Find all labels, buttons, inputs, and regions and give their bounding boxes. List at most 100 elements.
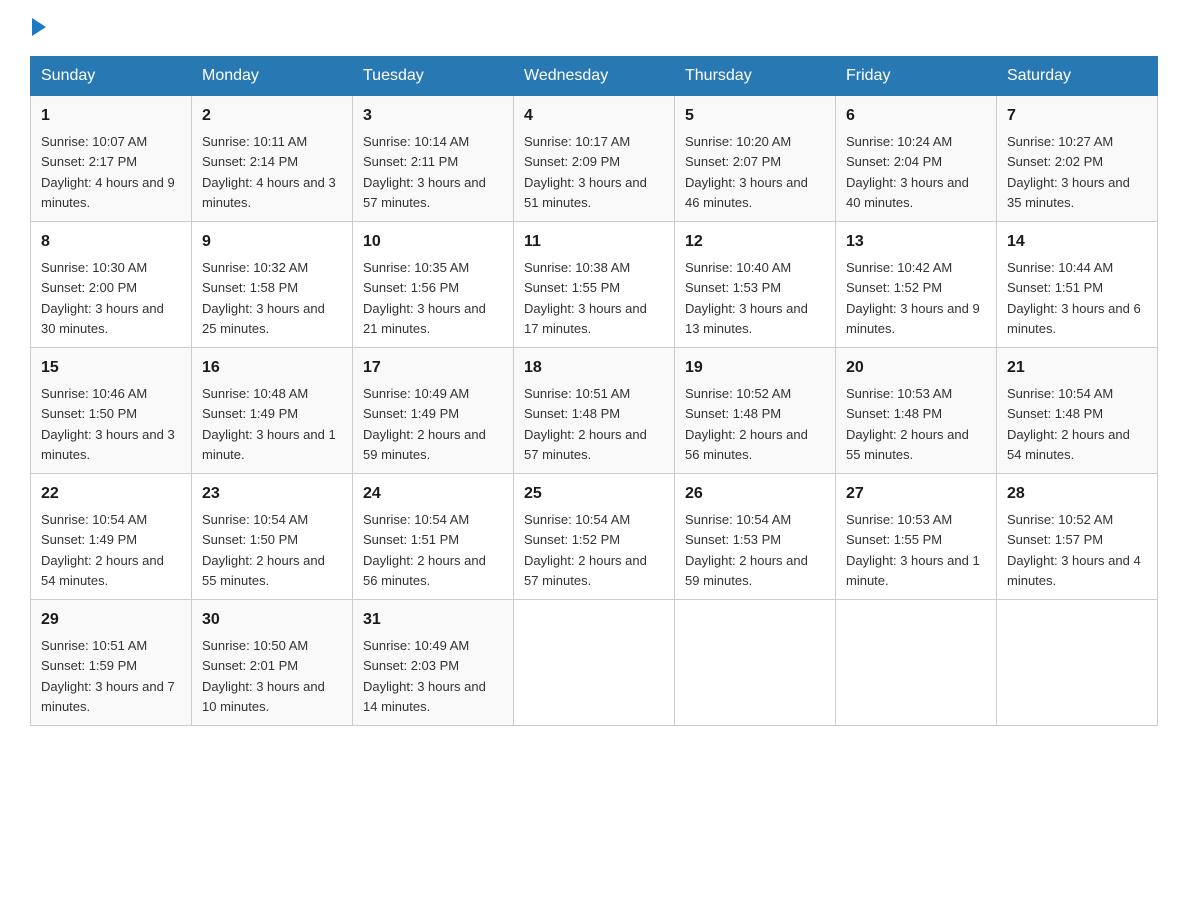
logo (30, 20, 46, 36)
day-info: Sunrise: 10:51 AMSunset: 1:48 PMDaylight… (524, 386, 647, 462)
day-number: 1 (41, 104, 181, 128)
calendar-cell: 25Sunrise: 10:54 AMSunset: 1:52 PMDaylig… (514, 474, 675, 600)
day-info: Sunrise: 10:24 AMSunset: 2:04 PMDaylight… (846, 134, 969, 210)
day-info: Sunrise: 10:35 AMSunset: 1:56 PMDaylight… (363, 260, 486, 336)
day-number: 28 (1007, 482, 1147, 506)
header-saturday: Saturday (997, 57, 1158, 96)
calendar-cell: 6 Sunrise: 10:24 AMSunset: 2:04 PMDayligh… (836, 96, 997, 222)
header-sunday: Sunday (31, 57, 192, 96)
calendar-week-row: 15 Sunrise: 10:46 AMSunset: 1:50 PMDaylig… (31, 348, 1158, 474)
calendar-week-row: 1 Sunrise: 10:07 AMSunset: 2:17 PMDayligh… (31, 96, 1158, 222)
day-number: 15 (41, 356, 181, 380)
day-number: 14 (1007, 230, 1147, 254)
day-number: 22 (41, 482, 181, 506)
day-number: 31 (363, 608, 503, 632)
logo-blue-box (30, 20, 46, 36)
day-info: Sunrise: 10:51 AMSunset: 1:59 PMDaylight… (41, 638, 175, 714)
day-info: Sunrise: 10:54 AMSunset: 1:50 PMDaylight… (202, 512, 325, 588)
day-info: Sunrise: 10:14 AMSunset: 2:11 PMDaylight… (363, 134, 486, 210)
day-info: Sunrise: 10:07 AMSunset: 2:17 PMDaylight… (41, 134, 175, 210)
day-number: 24 (363, 482, 503, 506)
calendar-table: SundayMondayTuesdayWednesdayThursdayFrid… (30, 56, 1158, 726)
day-number: 30 (202, 608, 342, 632)
calendar-cell: 12 Sunrise: 10:40 AMSunset: 1:53 PMDaylig… (675, 222, 836, 348)
day-number: 12 (685, 230, 825, 254)
day-info: Sunrise: 10:54 AMSunset: 1:51 PMDaylight… (363, 512, 486, 588)
day-number: 4 (524, 104, 664, 128)
day-info: Sunrise: 10:53 AMSunset: 1:48 PMDaylight… (846, 386, 969, 462)
calendar-cell: 5 Sunrise: 10:20 AMSunset: 2:07 PMDayligh… (675, 96, 836, 222)
calendar-cell: 11Sunrise: 10:38 AMSunset: 1:55 PMDaylig… (514, 222, 675, 348)
day-number: 8 (41, 230, 181, 254)
day-info: Sunrise: 10:54 AMSunset: 1:49 PMDaylight… (41, 512, 164, 588)
day-info: Sunrise: 10:44 AMSunset: 1:51 PMDaylight… (1007, 260, 1141, 336)
header-friday: Friday (836, 57, 997, 96)
calendar-cell: 29 Sunrise: 10:51 AMSunset: 1:59 PMDaylig… (31, 600, 192, 726)
day-info: Sunrise: 10:40 AMSunset: 1:53 PMDaylight… (685, 260, 808, 336)
day-number: 27 (846, 482, 986, 506)
day-number: 9 (202, 230, 342, 254)
calendar-header-row: SundayMondayTuesdayWednesdayThursdayFrid… (31, 57, 1158, 96)
day-info: Sunrise: 10:17 AMSunset: 2:09 PMDaylight… (524, 134, 647, 210)
day-number: 23 (202, 482, 342, 506)
day-info: Sunrise: 10:38 AMSunset: 1:55 PMDaylight… (524, 260, 647, 336)
day-info: Sunrise: 10:32 AMSunset: 1:58 PMDaylight… (202, 260, 325, 336)
calendar-cell: 2 Sunrise: 10:11 AMSunset: 2:14 PMDayligh… (192, 96, 353, 222)
day-number: 3 (363, 104, 503, 128)
day-number: 17 (363, 356, 503, 380)
calendar-cell: 30 Sunrise: 10:50 AMSunset: 2:01 PMDaylig… (192, 600, 353, 726)
calendar-week-row: 22 Sunrise: 10:54 AMSunset: 1:49 PMDaylig… (31, 474, 1158, 600)
day-number: 2 (202, 104, 342, 128)
day-info: Sunrise: 10:46 AMSunset: 1:50 PMDaylight… (41, 386, 175, 462)
day-info: Sunrise: 10:52 AMSunset: 1:48 PMDaylight… (685, 386, 808, 462)
calendar-cell: 16Sunrise: 10:48 AMSunset: 1:49 PMDaylig… (192, 348, 353, 474)
calendar-cell: 9 Sunrise: 10:32 AMSunset: 1:58 PMDayligh… (192, 222, 353, 348)
day-info: Sunrise: 10:20 AMSunset: 2:07 PMDaylight… (685, 134, 808, 210)
calendar-cell: 26 Sunrise: 10:54 AMSunset: 1:53 PMDaylig… (675, 474, 836, 600)
calendar-cell: 8 Sunrise: 10:30 AMSunset: 2:00 PMDayligh… (31, 222, 192, 348)
header-tuesday: Tuesday (353, 57, 514, 96)
day-number: 5 (685, 104, 825, 128)
calendar-cell: 24 Sunrise: 10:54 AMSunset: 1:51 PMDaylig… (353, 474, 514, 600)
calendar-cell: 22 Sunrise: 10:54 AMSunset: 1:49 PMDaylig… (31, 474, 192, 600)
calendar-cell: 19 Sunrise: 10:52 AMSunset: 1:48 PMDaylig… (675, 348, 836, 474)
day-info: Sunrise: 10:27 AMSunset: 2:02 PMDaylight… (1007, 134, 1130, 210)
calendar-cell: 1 Sunrise: 10:07 AMSunset: 2:17 PMDayligh… (31, 96, 192, 222)
header-wednesday: Wednesday (514, 57, 675, 96)
calendar-cell: 14 Sunrise: 10:44 AMSunset: 1:51 PMDaylig… (997, 222, 1158, 348)
day-number: 6 (846, 104, 986, 128)
calendar-cell: 17 Sunrise: 10:49 AMSunset: 1:49 PMDaylig… (353, 348, 514, 474)
calendar-cell: 13Sunrise: 10:42 AMSunset: 1:52 PMDaylig… (836, 222, 997, 348)
day-info: Sunrise: 10:11 AMSunset: 2:14 PMDaylight… (202, 134, 336, 210)
page-header (30, 20, 1158, 36)
day-number: 29 (41, 608, 181, 632)
day-info: Sunrise: 10:54 AMSunset: 1:48 PMDaylight… (1007, 386, 1130, 462)
calendar-cell (675, 600, 836, 726)
day-info: Sunrise: 10:50 AMSunset: 2:01 PMDaylight… (202, 638, 325, 714)
header-monday: Monday (192, 57, 353, 96)
calendar-cell (836, 600, 997, 726)
day-info: Sunrise: 10:52 AMSunset: 1:57 PMDaylight… (1007, 512, 1141, 588)
day-info: Sunrise: 10:49 AMSunset: 1:49 PMDaylight… (363, 386, 486, 462)
calendar-cell (997, 600, 1158, 726)
day-info: Sunrise: 10:49 AMSunset: 2:03 PMDaylight… (363, 638, 486, 714)
calendar-cell: 10 Sunrise: 10:35 AMSunset: 1:56 PMDaylig… (353, 222, 514, 348)
calendar-cell: 18 Sunrise: 10:51 AMSunset: 1:48 PMDaylig… (514, 348, 675, 474)
calendar-cell: 4 Sunrise: 10:17 AMSunset: 2:09 PMDayligh… (514, 96, 675, 222)
day-info: Sunrise: 10:30 AMSunset: 2:00 PMDaylight… (41, 260, 164, 336)
logo-triangle-icon (32, 18, 46, 36)
day-info: Sunrise: 10:54 AMSunset: 1:53 PMDaylight… (685, 512, 808, 588)
calendar-cell: 21 Sunrise: 10:54 AMSunset: 1:48 PMDaylig… (997, 348, 1158, 474)
day-number: 10 (363, 230, 503, 254)
day-number: 19 (685, 356, 825, 380)
day-number: 21 (1007, 356, 1147, 380)
calendar-cell: 23 Sunrise: 10:54 AMSunset: 1:50 PMDaylig… (192, 474, 353, 600)
day-number: 7 (1007, 104, 1147, 128)
day-number: 13 (846, 230, 986, 254)
day-number: 20 (846, 356, 986, 380)
calendar-cell: 3 Sunrise: 10:14 AMSunset: 2:11 PMDayligh… (353, 96, 514, 222)
day-number: 26 (685, 482, 825, 506)
day-number: 18 (524, 356, 664, 380)
calendar-cell: 15 Sunrise: 10:46 AMSunset: 1:50 PMDaylig… (31, 348, 192, 474)
calendar-week-row: 8 Sunrise: 10:30 AMSunset: 2:00 PMDayligh… (31, 222, 1158, 348)
